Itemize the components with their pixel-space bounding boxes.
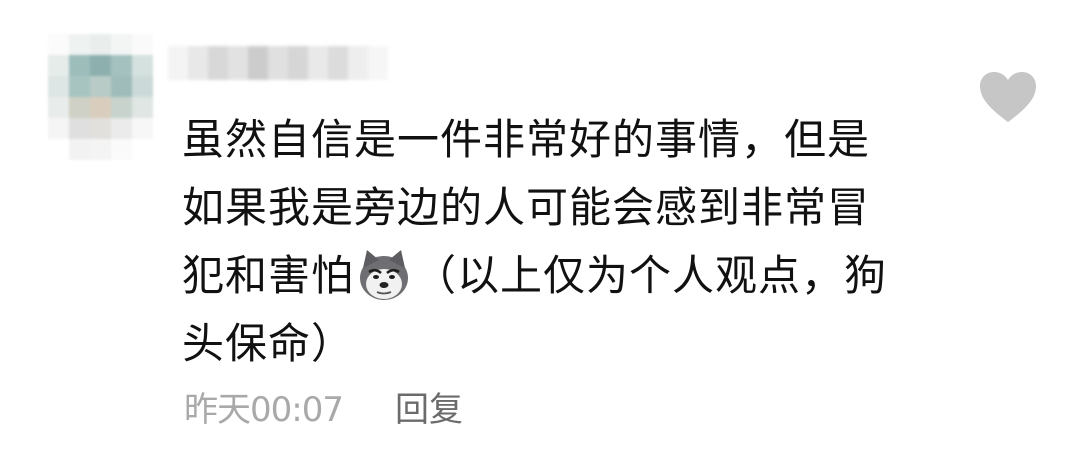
- timestamp: 昨天00:07: [184, 389, 344, 430]
- comment-card: 虽然自信是一件非常好的事情，但是 如果我是旁边的人可能会感到非常冒 犯和害怕 （…: [0, 0, 1080, 459]
- heart-icon: [980, 72, 1036, 122]
- comment-text: 虽然自信是一件非常好的事情，但是 如果我是旁边的人可能会感到非常冒 犯和害怕 （…: [182, 106, 942, 378]
- comment-line: 犯和害怕 （以上仅为个人观点，狗: [182, 242, 942, 310]
- dog-head-emoji-icon: [360, 250, 409, 300]
- avatar[interactable]: [48, 34, 174, 160]
- comment-line: 虽然自信是一件非常好的事情，但是: [182, 115, 871, 164]
- comment-line: 如果我是旁边的人可能会感到非常冒: [182, 183, 871, 232]
- username[interactable]: [168, 46, 388, 80]
- comment-line: 头保命）: [182, 319, 355, 368]
- reply-button[interactable]: 回复: [395, 382, 463, 431]
- comment-meta: 昨天00:07 回复: [184, 382, 463, 430]
- like-button[interactable]: [978, 70, 1038, 126]
- comment-line-segment: 犯和害怕: [182, 251, 355, 300]
- comment-line-segment: （以上仅为个人观点，狗: [414, 251, 888, 300]
